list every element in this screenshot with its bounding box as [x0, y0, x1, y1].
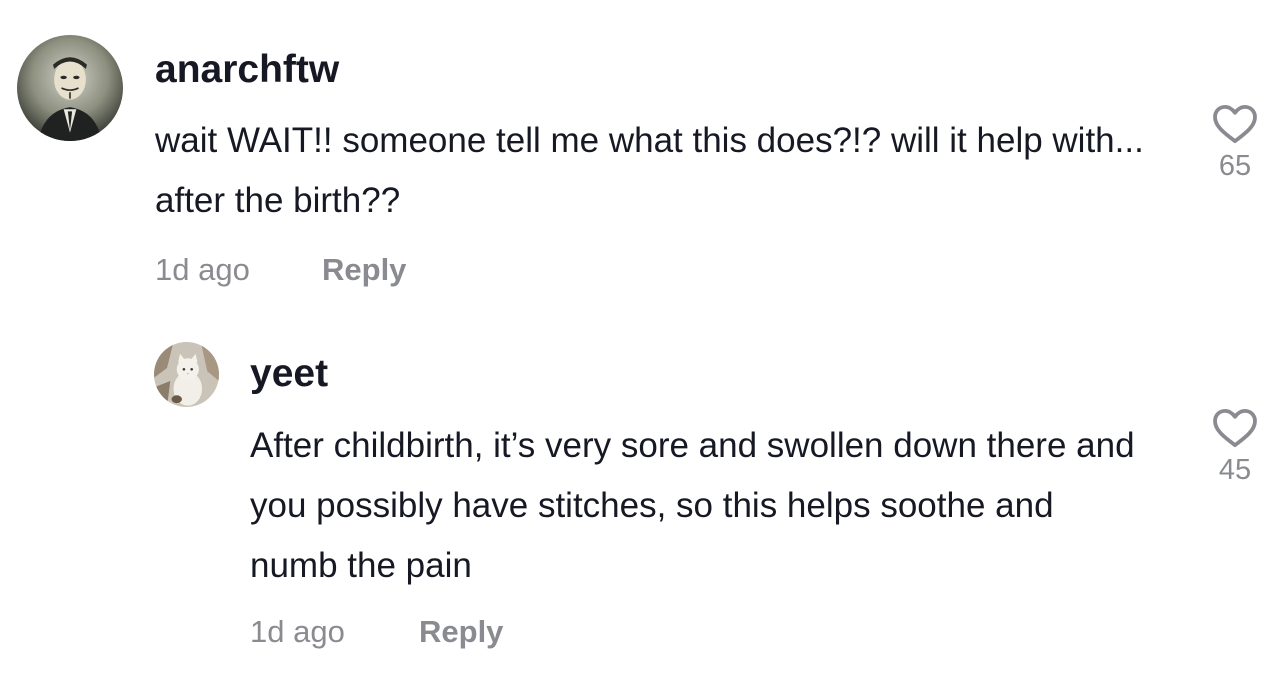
reply-comment-item: yeet After childbirth, it’s very sore an… — [0, 320, 1280, 698]
cat-avatar-icon — [154, 342, 219, 407]
comment-timestamp: 1d ago — [155, 252, 250, 287]
heart-icon — [1213, 104, 1257, 144]
comment-timestamp: 1d ago — [250, 614, 345, 649]
comment-text: wait WAIT!! someone tell me what this do… — [155, 121, 1144, 220]
like-button[interactable]: 45 — [1205, 408, 1265, 487]
reply-button[interactable]: Reply — [322, 252, 406, 288]
comment-username[interactable]: yeet — [250, 352, 328, 396]
reply-button[interactable]: Reply — [419, 614, 503, 650]
like-button[interactable]: 65 — [1205, 104, 1265, 183]
comment-text: After childbirth, it’s very sore and swo… — [250, 426, 1135, 585]
heart-icon — [1213, 408, 1257, 448]
avatar[interactable] — [17, 35, 123, 141]
masked-user-avatar-icon — [17, 35, 123, 141]
comment-username[interactable]: anarchftw — [155, 48, 339, 92]
comment-item: anarchftw wait WAIT!! someone tell me wh… — [0, 0, 1280, 320]
avatar[interactable] — [154, 342, 219, 407]
like-count: 65 — [1218, 150, 1252, 182]
like-count: 45 — [1218, 454, 1252, 486]
